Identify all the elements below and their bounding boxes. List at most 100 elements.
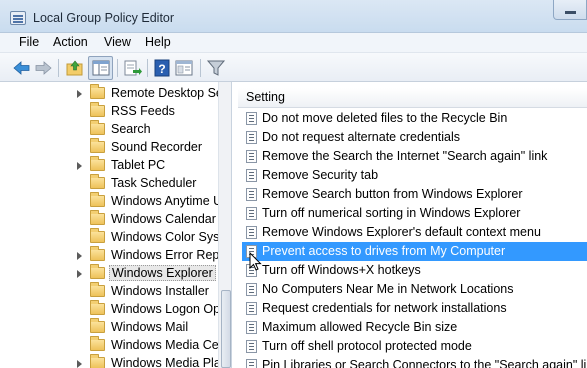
folder-icon: [90, 192, 105, 207]
tree-item-label: Windows Logon Op: [111, 302, 221, 316]
menu-help[interactable]: Help: [145, 35, 171, 49]
column-header-setting[interactable]: Setting: [238, 88, 587, 108]
list-item-label: Prevent access to drives from My Compute…: [262, 244, 506, 258]
list-item-label: No Computers Near Me in Network Location…: [262, 282, 514, 296]
forward-arrow-icon[interactable]: [33, 58, 53, 78]
tree-item-label: Windows Error Repo: [111, 248, 227, 262]
expand-arrow-icon[interactable]: [77, 90, 82, 98]
folder-icon: [90, 84, 105, 99]
folder-icon: [90, 174, 105, 189]
toolbar-separator: [117, 59, 118, 77]
expand-arrow-icon[interactable]: [77, 162, 82, 170]
tree-item[interactable]: Windows Anytime U: [0, 192, 222, 211]
tree-item-label: Tablet PC: [111, 158, 166, 172]
folder-icon: [90, 102, 105, 117]
list-item[interactable]: Turn off shell protocol protected mode: [242, 337, 587, 356]
list-item[interactable]: Turn off Windows+X hotkeys: [242, 261, 587, 280]
policy-setting-icon: [246, 188, 257, 201]
list-item[interactable]: Maximum allowed Recycle Bin size: [242, 318, 587, 337]
tree-item[interactable]: Windows Media Pla: [0, 354, 221, 368]
tree-item[interactable]: Windows Error Repo: [0, 246, 226, 265]
policy-setting-icon: [246, 226, 257, 239]
list-item[interactable]: No Computers Near Me in Network Location…: [242, 280, 587, 299]
tree-item-label: Search: [111, 122, 151, 136]
up-folder-icon[interactable]: [65, 58, 85, 78]
folder-icon: [90, 300, 105, 315]
tree-item[interactable]: Search: [0, 120, 218, 139]
policy-setting-icon: [246, 302, 257, 315]
expand-arrow-icon[interactable]: [77, 360, 82, 368]
tree-item-label: Windows Calendar: [111, 212, 216, 226]
policy-setting-icon: [246, 169, 257, 182]
toolbar-separator: [58, 59, 59, 77]
tree-item-label: Remote Desktop Ser: [111, 86, 228, 100]
show-hide-tree-icon[interactable]: [91, 58, 111, 78]
folder-icon: [90, 246, 105, 261]
list-item-label: Remove the Search the Internet "Search a…: [262, 149, 548, 163]
menu-action[interactable]: Action: [53, 35, 88, 49]
list-item-label: Request credentials for network installa…: [262, 301, 507, 315]
help-icon[interactable]: ?: [152, 58, 172, 78]
window-title: Local Group Policy Editor: [33, 11, 175, 25]
folder-icon: [90, 318, 105, 333]
expand-arrow-icon[interactable]: [77, 270, 82, 278]
tree-item-label: Windows Color Syst: [111, 230, 223, 244]
policy-setting-icon: [246, 340, 257, 353]
tree-item[interactable]: Sound Recorder: [0, 138, 218, 157]
tree-item[interactable]: Windows Logon Op: [0, 300, 221, 319]
list-item-selected[interactable]: Prevent access to drives from My Compute…: [242, 242, 587, 261]
tree-scrollbar[interactable]: [218, 82, 231, 368]
list-item[interactable]: Remove the Search the Internet "Search a…: [242, 147, 587, 166]
list-item[interactable]: Turn off numerical sorting in Windows Ex…: [242, 204, 587, 223]
list-item[interactable]: Do not request alternate credentials: [242, 128, 587, 147]
toolbar: ?: [0, 53, 587, 82]
tree-item-label: Windows Explorer: [109, 265, 216, 281]
tree-item-label: Windows Media Cer: [111, 338, 223, 352]
menu-bar: File Action View Help: [0, 33, 587, 53]
list-item-label: Remove Security tab: [262, 168, 379, 182]
tree-item[interactable]: Windows Media Cer: [0, 336, 223, 355]
policy-setting-icon: [246, 207, 257, 220]
list-item-label: Maximum allowed Recycle Bin size: [262, 320, 458, 334]
expand-arrow-icon[interactable]: [77, 252, 82, 260]
settings-list: Setting Do not move deleted files to the…: [238, 82, 587, 368]
tree-item-label: Task Scheduler: [111, 176, 197, 190]
folder-icon: [90, 138, 105, 153]
policy-setting-icon: [246, 150, 257, 163]
toolbar-separator: [147, 59, 148, 77]
list-item[interactable]: Remove Security tab: [242, 166, 587, 185]
tree-item-label: RSS Feeds: [111, 104, 175, 118]
menu-file[interactable]: File: [19, 35, 39, 49]
scrollbar-thumb[interactable]: [221, 290, 231, 368]
list-item[interactable]: Request credentials for network installa…: [242, 299, 587, 318]
folder-icon: [90, 210, 105, 225]
list-item-label: Do not request alternate credentials: [262, 130, 461, 144]
tree-item[interactable]: Windows Mail: [0, 318, 218, 337]
tree-item-label: Windows Mail: [111, 320, 189, 334]
filter-icon[interactable]: [206, 58, 226, 78]
list-item[interactable]: Remove Search button from Windows Explor…: [242, 185, 587, 204]
menu-view[interactable]: View: [104, 35, 131, 49]
tree-item[interactable]: Windows Calendar: [0, 210, 218, 229]
tree-item[interactable]: Task Scheduler: [0, 174, 218, 193]
list-item[interactable]: Pin Libraries or Search Connectors to th…: [242, 356, 587, 368]
tree-item[interactable]: Tablet PC: [0, 156, 218, 175]
back-arrow-icon[interactable]: [12, 58, 32, 78]
group-policy-app-icon: [10, 11, 26, 25]
list-item[interactable]: Do not move deleted files to the Recycle…: [242, 109, 587, 128]
tree-item[interactable]: Remote Desktop Ser: [0, 84, 227, 103]
minimize-button[interactable]: [553, 0, 587, 20]
tree-item-selected[interactable]: Windows Explorer: [0, 264, 218, 283]
tree-item[interactable]: Windows Color Syst: [0, 228, 223, 247]
tree-item[interactable]: RSS Feeds: [0, 102, 218, 121]
list-item-label: Turn off shell protocol protected mode: [262, 339, 472, 353]
folder-icon: [90, 336, 105, 351]
title-bar: Local Group Policy Editor: [0, 0, 587, 33]
tree-item-label: Sound Recorder: [111, 140, 203, 154]
folder-icon: [90, 354, 105, 368]
export-list-icon[interactable]: [122, 58, 142, 78]
properties-icon[interactable]: [174, 58, 194, 78]
folder-icon: [90, 282, 105, 297]
list-item[interactable]: Remove Windows Explorer's default contex…: [242, 223, 587, 242]
tree-item[interactable]: Windows Installer: [0, 282, 218, 301]
